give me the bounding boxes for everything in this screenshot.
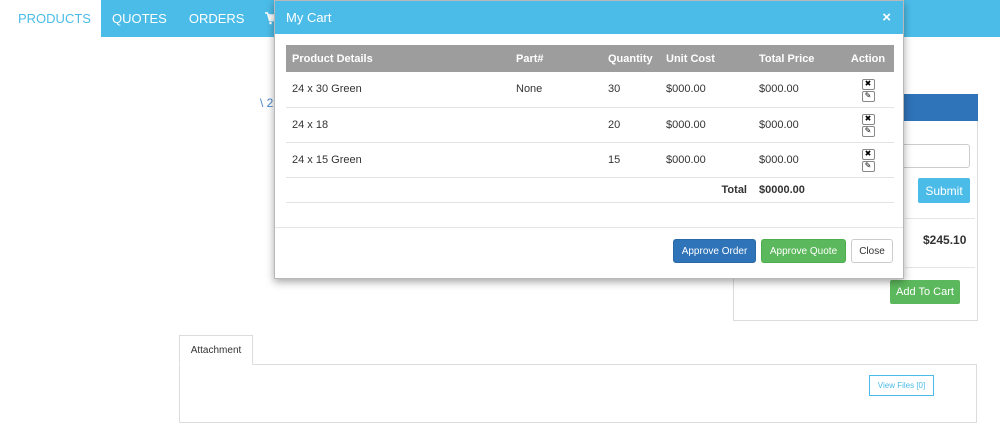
attachment-panel: View Files [0]: [179, 364, 977, 423]
edit-icon[interactable]: ✎: [861, 125, 875, 137]
total-row: Total $0000.00: [286, 177, 894, 203]
unit-cost-cell: $000.00: [660, 107, 753, 143]
cart-table: Product Details Part# Quantity Unit Cost…: [286, 45, 894, 203]
approve-quote-button[interactable]: Approve Quote: [761, 239, 846, 263]
column-header-action: Action: [842, 45, 894, 72]
total-price-cell: $000.00: [753, 72, 842, 108]
part-cell: [510, 142, 602, 178]
column-header-total-price: Total Price: [753, 45, 842, 72]
part-cell: [510, 107, 602, 143]
product-details-cell: 24 x 30 Green: [286, 72, 510, 108]
column-header-product-details: Product Details: [286, 45, 510, 72]
nav-products[interactable]: PRODUCTS: [0, 0, 101, 37]
total-price-cell: $000.00: [753, 142, 842, 178]
price-value: $245.10: [923, 233, 967, 247]
remove-icon[interactable]: ✖: [861, 78, 875, 90]
close-icon[interactable]: ×: [882, 10, 891, 25]
approve-order-button[interactable]: Approve Order: [673, 239, 756, 263]
column-header-quantity: Quantity: [602, 45, 660, 72]
column-header-part: Part#: [510, 45, 602, 72]
modal-header: My Cart ×: [275, 1, 903, 34]
action-cell: ✖ ✎: [842, 107, 894, 143]
background-link[interactable]: \ 2: [260, 96, 273, 110]
quantity-cell: 20: [602, 107, 660, 143]
table-row: 24 x 15 Green 15 $000.00 $000.00 ✖ ✎: [286, 142, 894, 178]
my-cart-modal: My Cart × Product Details Part# Quantity…: [274, 0, 904, 279]
action-cell: ✖ ✎: [842, 142, 894, 178]
quantity-cell: 15: [602, 142, 660, 178]
product-details-cell: 24 x 15 Green: [286, 142, 510, 178]
divider: [905, 218, 975, 219]
remove-icon[interactable]: ✖: [861, 113, 875, 125]
modal-title: My Cart: [286, 10, 332, 25]
table-row: 24 x 30 Green None 30 $000.00 $000.00 ✖ …: [286, 72, 894, 108]
product-details-cell: 24 x 18: [286, 107, 510, 143]
remove-icon[interactable]: ✖: [861, 148, 875, 160]
total-price-cell: $000.00: [753, 107, 842, 143]
attachment-section: Attachment View Files [0]: [179, 335, 977, 423]
submit-button[interactable]: Submit: [918, 178, 970, 203]
total-value: $0000.00: [753, 177, 842, 203]
add-to-cart-button[interactable]: Add To Cart: [890, 280, 960, 304]
unit-cost-cell: $000.00: [660, 142, 753, 178]
quantity-cell: 30: [602, 72, 660, 108]
modal-footer: Approve Order Approve Quote Close: [275, 227, 903, 279]
column-header-unit-cost: Unit Cost: [660, 45, 753, 72]
action-cell: ✖ ✎: [842, 72, 894, 108]
edit-icon[interactable]: ✎: [861, 90, 875, 102]
view-files-button[interactable]: View Files [0]: [869, 375, 934, 396]
close-button[interactable]: Close: [851, 239, 893, 263]
edit-icon[interactable]: ✎: [861, 160, 875, 172]
table-row: 24 x 18 20 $000.00 $000.00 ✖ ✎: [286, 107, 894, 143]
divider: [905, 267, 975, 268]
nav-orders[interactable]: ORDERS: [178, 0, 256, 37]
nav-quotes[interactable]: QUOTES: [101, 0, 178, 37]
tab-attachment[interactable]: Attachment: [179, 335, 253, 365]
unit-cost-cell: $000.00: [660, 72, 753, 108]
total-label: Total: [660, 177, 753, 203]
part-cell: None: [510, 72, 602, 108]
